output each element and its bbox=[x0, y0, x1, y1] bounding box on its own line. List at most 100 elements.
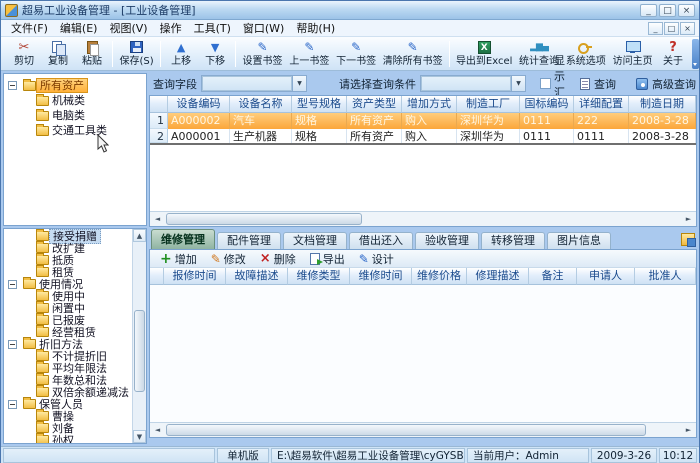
set-bookmark-button[interactable]: ✎设置书签 bbox=[239, 38, 286, 70]
tree-item[interactable]: 已报废 bbox=[4, 314, 132, 326]
tree-item-computer[interactable]: 电脑类 bbox=[4, 108, 146, 123]
tab-picture-info[interactable]: 图片信息 bbox=[547, 232, 611, 249]
save-button[interactable]: 保存(S) bbox=[116, 38, 157, 70]
tree-item-custodian[interactable]: 保管人员 bbox=[4, 398, 132, 410]
menu-operate[interactable]: 操作 bbox=[154, 19, 188, 37]
collapse-icon[interactable] bbox=[8, 340, 17, 349]
collapse-icon[interactable] bbox=[8, 400, 17, 409]
system-options-button[interactable]: 系统选项 bbox=[562, 38, 609, 70]
chevron-down-icon[interactable]: ▼ bbox=[511, 76, 525, 91]
move-down-button[interactable]: ▼下移 bbox=[198, 38, 232, 70]
tree-item[interactable]: 年数总和法 bbox=[4, 374, 132, 386]
tree-item[interactable]: 抵质 bbox=[4, 254, 132, 266]
minimize-button[interactable]: _ bbox=[640, 4, 657, 17]
menu-tools[interactable]: 工具(T) bbox=[188, 19, 237, 37]
about-button[interactable]: ?关于 bbox=[656, 38, 690, 70]
column-header[interactable]: 资产类型 bbox=[347, 96, 402, 113]
table-row-selected[interactable]: 1 A000002 汽车 规格 所有资产 购入 深圳华为 0111 222 20… bbox=[150, 113, 696, 129]
scrollbar-thumb[interactable] bbox=[134, 310, 145, 393]
mdi-close-button[interactable]: × bbox=[680, 22, 695, 35]
scroll-right-icon[interactable]: ► bbox=[681, 423, 696, 437]
mdi-minimize-button[interactable]: _ bbox=[648, 22, 663, 35]
tree-item[interactable]: 刘备 bbox=[4, 422, 132, 434]
column-header[interactable]: 设备名称 bbox=[230, 96, 292, 113]
menu-edit[interactable]: 编辑(E) bbox=[54, 19, 104, 37]
tab-transfer-management[interactable]: 转移管理 bbox=[481, 232, 545, 249]
tab-parts-management[interactable]: 配件管理 bbox=[217, 232, 281, 249]
column-header[interactable]: 设备编码 bbox=[168, 96, 230, 113]
scroll-up-icon[interactable]: ▲ bbox=[133, 229, 146, 242]
tab-lend-return[interactable]: 借出还入 bbox=[349, 232, 413, 249]
tree-item[interactable]: 闲置中 bbox=[4, 302, 132, 314]
menu-view[interactable]: 视图(V) bbox=[103, 19, 153, 37]
tree-item[interactable]: 改扩建 bbox=[4, 242, 132, 254]
column-header[interactable]: 修理描述 bbox=[467, 268, 529, 285]
cut-button[interactable]: ✂剪切 bbox=[7, 38, 41, 70]
paste-button[interactable]: 粘贴 bbox=[75, 38, 109, 70]
query-condition-select[interactable]: ▼ bbox=[420, 75, 526, 92]
tree-item[interactable]: 孙权 bbox=[4, 434, 132, 443]
column-header[interactable]: 型号规格 bbox=[292, 96, 347, 113]
add-button[interactable]: +增加 bbox=[153, 251, 204, 267]
query-field-select[interactable]: ▼ bbox=[201, 75, 307, 92]
menu-file[interactable]: 文件(F) bbox=[5, 19, 54, 37]
scrollbar-thumb[interactable] bbox=[166, 424, 646, 436]
move-up-button[interactable]: ▲上移 bbox=[164, 38, 198, 70]
tree-item[interactable]: 使用中 bbox=[4, 290, 132, 302]
column-header[interactable]: 制造工厂 bbox=[457, 96, 520, 113]
chevron-down-icon[interactable]: ▼ bbox=[292, 76, 306, 91]
tab-document-management[interactable]: 文档管理 bbox=[283, 232, 347, 249]
export-button[interactable]: 导出 bbox=[303, 251, 352, 267]
tree-item[interactable]: 曹操 bbox=[4, 410, 132, 422]
collapse-icon[interactable] bbox=[8, 81, 17, 90]
collapse-icon[interactable] bbox=[8, 280, 17, 289]
column-header[interactable]: 国标编码 bbox=[520, 96, 574, 113]
scrollbar-thumb[interactable] bbox=[166, 213, 362, 225]
tree-item-donation[interactable]: 接受捐赠 bbox=[4, 230, 132, 242]
scroll-left-icon[interactable]: ◄ bbox=[150, 212, 165, 226]
tab-acceptance-management[interactable]: 验收管理 bbox=[415, 232, 479, 249]
scroll-left-icon[interactable]: ◄ bbox=[150, 423, 165, 437]
tree-item-all-assets[interactable]: 所有资产 bbox=[4, 78, 146, 93]
tree-vertical-scrollbar[interactable]: ▲ ▼ bbox=[132, 229, 146, 443]
homepage-button[interactable]: 访问主页 bbox=[609, 38, 656, 70]
tree-item-depreciation[interactable]: 折旧方法 bbox=[4, 338, 132, 350]
scroll-down-icon[interactable]: ▼ bbox=[133, 430, 146, 443]
close-button[interactable]: × bbox=[678, 4, 695, 17]
column-header[interactable]: 维修时间 bbox=[350, 268, 412, 285]
delete-button[interactable]: ×删除 bbox=[253, 251, 303, 267]
scroll-right-icon[interactable]: ► bbox=[681, 212, 696, 226]
copy-button[interactable]: 复制 bbox=[41, 38, 75, 70]
maximize-button[interactable]: □ bbox=[659, 4, 676, 17]
tree-item[interactable]: 平均年限法 bbox=[4, 362, 132, 374]
prev-bookmark-button[interactable]: ✎上一书签 bbox=[286, 38, 333, 70]
edit-button[interactable]: ✎修改 bbox=[204, 251, 253, 267]
column-header[interactable]: 详细配置 bbox=[574, 96, 629, 113]
tree-item[interactable]: 不计提折旧 bbox=[4, 350, 132, 362]
column-header[interactable]: 申请人 bbox=[577, 268, 635, 285]
menu-help[interactable]: 帮助(H) bbox=[290, 19, 341, 37]
column-header[interactable]: 批准人 bbox=[635, 268, 696, 285]
column-header[interactable]: 维修类型 bbox=[288, 268, 350, 285]
panel-menu-icon[interactable] bbox=[681, 233, 695, 246]
column-header[interactable]: 增加方式 bbox=[402, 96, 457, 113]
show-summary-checkbox[interactable] bbox=[540, 78, 551, 89]
tree-item-vehicle[interactable]: 交通工具类 bbox=[4, 123, 146, 138]
mdi-restore-button[interactable]: □ bbox=[664, 22, 679, 35]
repair-horizontal-scrollbar[interactable]: ◄ ► bbox=[150, 422, 696, 437]
toolbar-overflow-handle[interactable] bbox=[692, 39, 699, 69]
device-horizontal-scrollbar[interactable]: ◄ ► bbox=[150, 211, 696, 226]
column-header[interactable]: 备注 bbox=[529, 268, 577, 285]
next-bookmark-button[interactable]: ✎下一书签 bbox=[333, 38, 380, 70]
query-button[interactable]: 查询 bbox=[575, 75, 621, 93]
table-row[interactable]: 2 A000001 生产机器 规格 所有资产 购入 深圳华为 0111 0111… bbox=[150, 129, 696, 145]
tab-repair-management[interactable]: 维修管理 bbox=[151, 229, 215, 249]
tree-item-usage[interactable]: 使用情况 bbox=[4, 278, 132, 290]
column-header[interactable]: 维修价格 bbox=[412, 268, 467, 285]
advanced-query-button[interactable]: 高级查询 bbox=[631, 75, 700, 93]
column-header[interactable]: 制造日期 bbox=[629, 96, 696, 113]
export-excel-button[interactable]: X导出到Excel bbox=[453, 38, 516, 70]
menu-window[interactable]: 窗口(W) bbox=[237, 19, 290, 37]
column-header[interactable]: 故障描述 bbox=[226, 268, 288, 285]
clear-bookmarks-button[interactable]: ✎清除所有书签 bbox=[380, 38, 446, 70]
